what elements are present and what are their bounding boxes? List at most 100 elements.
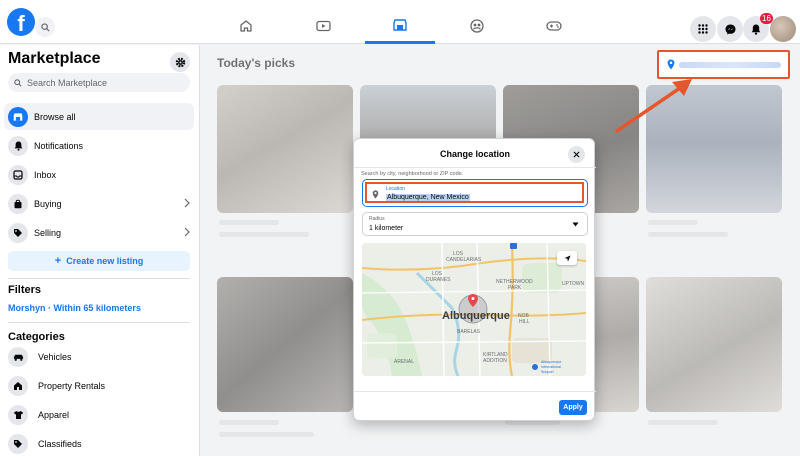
sidebar-item-label: Buying xyxy=(34,198,62,209)
map-label: PARK xyxy=(508,285,522,291)
map-label: ARENAL xyxy=(394,359,414,365)
map-canvas: LOS CANDELARIAS LOS DURANES NETHERWOOD P… xyxy=(362,243,586,376)
storefront-icon xyxy=(393,18,407,31)
category-apparel[interactable]: Apparel xyxy=(4,404,194,426)
close-icon xyxy=(573,151,580,158)
category-vehicles[interactable]: Vehicles xyxy=(4,346,194,368)
category-property-rentals[interactable]: Property Rentals xyxy=(4,375,194,397)
bag-icon xyxy=(8,193,28,214)
sidebar-item-label: Selling xyxy=(34,227,62,238)
storefront-icon xyxy=(8,106,28,127)
sidebar-item-buying[interactable]: Buying xyxy=(4,190,194,217)
sidebar-item-notifications[interactable]: Notifications xyxy=(4,132,194,159)
search-icon xyxy=(40,22,50,32)
facebook-logo-icon[interactable]: f xyxy=(7,8,35,36)
search-button[interactable] xyxy=(35,17,55,37)
car-icon xyxy=(8,347,28,367)
category-label: Vehicles xyxy=(38,352,72,362)
sidebar-title: Marketplace xyxy=(8,50,101,67)
location-selector-button[interactable] xyxy=(657,50,790,79)
location-map[interactable]: LOS CANDELARIAS LOS DURANES NETHERWOOD P… xyxy=(362,243,586,376)
sidebar-item-inbox[interactable]: Inbox xyxy=(4,161,194,188)
sidebar-item-label: Browse all xyxy=(34,111,76,122)
map-label: Sunport xyxy=(541,370,554,374)
location-pin-icon xyxy=(372,190,379,199)
gear-icon xyxy=(175,57,185,67)
search-icon xyxy=(14,78,22,87)
map-label: CANDELARIAS xyxy=(446,257,482,263)
shirt-icon xyxy=(8,405,28,425)
radius-label: Radius xyxy=(369,216,385,222)
settings-button[interactable] xyxy=(170,52,190,72)
close-button[interactable] xyxy=(568,146,585,163)
map-label: UPTOWN xyxy=(562,281,585,287)
category-label: Property Rentals xyxy=(38,381,106,391)
chevron-right-icon xyxy=(184,227,190,237)
bell-icon xyxy=(8,135,28,156)
sidebar: Marketplace Search Marketplace Browse al… xyxy=(0,45,200,456)
marketplace-search-input[interactable]: Search Marketplace xyxy=(8,73,190,92)
tag-icon xyxy=(8,434,28,454)
nav-gaming[interactable] xyxy=(514,8,594,44)
top-bar: f 16 xyxy=(0,0,800,44)
inbox-icon xyxy=(8,164,28,185)
change-location-dialog: Change location Search by city, neighbor… xyxy=(353,138,596,421)
sidebar-item-label: Inbox xyxy=(34,169,57,180)
map-label: BARELAS xyxy=(457,329,481,335)
divider xyxy=(8,322,190,323)
my-location-button[interactable] xyxy=(557,251,577,265)
house-icon xyxy=(8,376,28,396)
gamepad-icon xyxy=(546,21,562,31)
sidebar-item-selling[interactable]: Selling xyxy=(4,219,194,246)
messenger-icon xyxy=(725,24,735,34)
nav-marketplace[interactable] xyxy=(365,8,435,44)
home-icon xyxy=(240,20,252,32)
blurred-location-text xyxy=(679,62,781,68)
radius-select[interactable]: Radius 1 kilometer xyxy=(362,212,588,236)
radius-value: 1 kilometer xyxy=(369,225,404,232)
nav-watch[interactable] xyxy=(283,8,363,44)
menu-button[interactable] xyxy=(690,16,716,42)
map-label: HILL xyxy=(519,319,530,325)
divider xyxy=(354,167,596,168)
search-placeholder: Search Marketplace xyxy=(27,77,108,88)
nav-groups[interactable] xyxy=(437,8,517,44)
location-pin-icon xyxy=(667,59,675,70)
messenger-button[interactable] xyxy=(717,16,743,42)
categories-title: Categories xyxy=(8,331,65,343)
filter-location-link[interactable]: Morshyn · Within 65 kilometers xyxy=(8,303,141,313)
location-input[interactable]: Location Albuquerque, New Mexico xyxy=(362,179,588,207)
map-label: International xyxy=(541,365,561,369)
location-label: Location xyxy=(386,186,405,192)
caret-down-icon xyxy=(572,222,579,227)
category-classifieds[interactable]: Classifieds xyxy=(4,433,194,455)
dialog-title: Change location xyxy=(439,149,510,159)
grid-menu-icon xyxy=(698,24,708,34)
navigation-arrow-icon xyxy=(563,254,571,262)
bell-icon xyxy=(751,24,761,35)
create-listing-button[interactable]: + Create new listing xyxy=(8,251,190,271)
sidebar-item-label: Notifications xyxy=(34,140,84,151)
map-city-label: Albuquerque xyxy=(442,310,510,322)
divider xyxy=(354,391,596,392)
chevron-right-icon xyxy=(184,198,190,208)
create-listing-label: Create new listing xyxy=(66,256,144,266)
sidebar-item-browse-all[interactable]: Browse all xyxy=(4,103,194,130)
map-label: Albuquerque xyxy=(541,360,561,364)
divider xyxy=(8,278,190,279)
location-hint: Search by city, neighborhood or ZIP code… xyxy=(361,171,464,177)
map-label: ADDITION xyxy=(483,358,507,364)
map-label: DURANES xyxy=(426,277,451,283)
avatar[interactable] xyxy=(770,16,796,42)
apply-button[interactable]: Apply xyxy=(559,400,587,415)
category-label: Classifieds xyxy=(38,439,82,449)
category-label: Apparel xyxy=(38,410,70,420)
location-value[interactable]: Albuquerque, New Mexico xyxy=(386,194,470,201)
filters-title: Filters xyxy=(8,284,42,296)
tag-icon xyxy=(8,222,28,243)
location-input-highlight: Location Albuquerque, New Mexico xyxy=(365,182,584,203)
video-icon xyxy=(315,20,331,31)
plus-icon: + xyxy=(54,255,62,267)
groups-icon xyxy=(470,19,484,33)
nav-home[interactable] xyxy=(206,8,286,44)
